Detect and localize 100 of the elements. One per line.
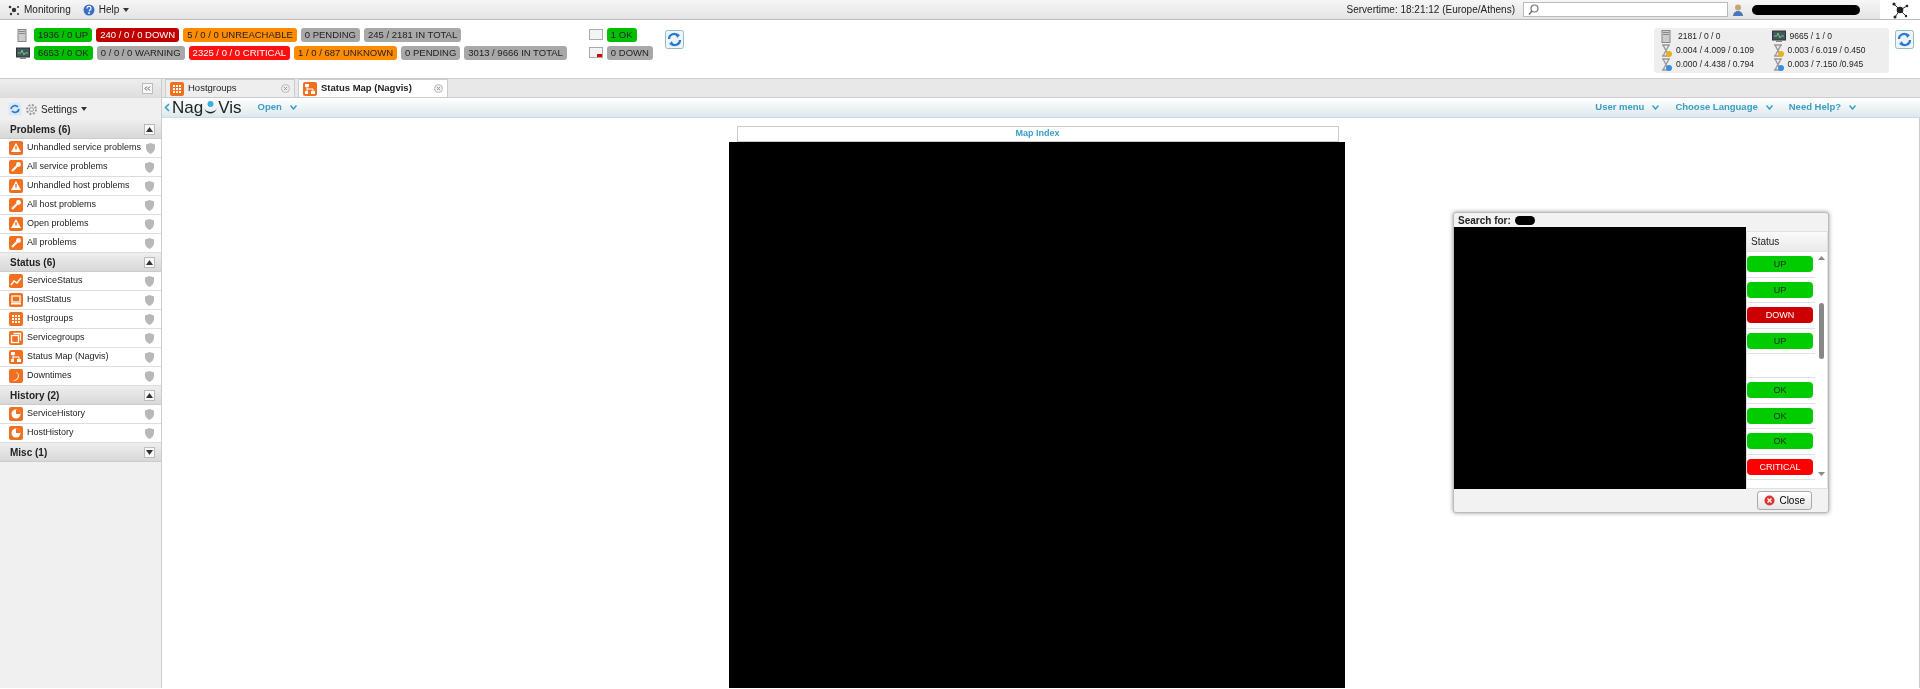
shield-icon[interactable] xyxy=(144,312,155,326)
hourglass-icon xyxy=(1771,58,1784,71)
shield-icon[interactable] xyxy=(144,407,155,421)
toggle-button[interactable] xyxy=(144,389,155,401)
status-badge[interactable]: 1 OK xyxy=(606,28,637,42)
status-badge: DOWN xyxy=(1747,307,1813,324)
help-icon xyxy=(82,3,95,16)
menu-item[interactable]: Monitoring xyxy=(4,2,75,17)
shield-icon[interactable] xyxy=(144,198,155,212)
hourglass-icon xyxy=(1660,58,1672,71)
status-badge[interactable]: 6653 / 0 OK xyxy=(34,46,93,60)
performance-value: 0.003 / 6.019 / 0.450 xyxy=(1787,44,1866,57)
toggle-button[interactable] xyxy=(144,123,155,135)
status-badge[interactable]: 0 PENDING xyxy=(401,46,461,60)
window-icon xyxy=(588,47,603,59)
panel-title: Map Index xyxy=(736,126,1339,142)
refresh-icon[interactable] xyxy=(664,30,684,49)
logo-text: Vis xyxy=(218,98,242,117)
status-badge[interactable]: 5 / 0 / 0 UNREACHABLE xyxy=(183,28,297,42)
shield-icon[interactable] xyxy=(144,331,155,345)
status-badge[interactable]: 3013 / 9666 IN TOTAL xyxy=(464,46,567,60)
sitemap-icon xyxy=(303,81,317,96)
caret-icon xyxy=(81,107,88,111)
server-time: Servertime: 18:21:12 (Europe/Athens) xyxy=(1346,3,1515,17)
status-badge[interactable]: 240 / 0 / 0 DOWN xyxy=(96,28,180,42)
menu-item[interactable]: Help xyxy=(78,2,134,17)
section-header: Misc (1) xyxy=(10,445,48,460)
dialog-title: Search for: xyxy=(1458,213,1511,228)
performance-value: 0.000 / 4.438 / 0.794 xyxy=(1676,58,1754,71)
search-icon xyxy=(1528,4,1539,15)
shield-icon[interactable] xyxy=(144,236,155,250)
expand-icon xyxy=(146,450,153,456)
shield-icon[interactable] xyxy=(144,160,155,174)
status-badge[interactable]: 0 PENDING xyxy=(300,28,360,42)
shield-icon[interactable] xyxy=(144,179,155,193)
tab[interactable]: Status Map (Nagvis) xyxy=(298,79,448,97)
logo-text: Nag xyxy=(172,98,204,117)
chevron-icon xyxy=(1765,105,1773,110)
performance-value: 2181 / 0 / 0 xyxy=(1678,30,1721,43)
chevron-icon xyxy=(1652,105,1660,110)
status-badge[interactable]: 1936 / 0 UP xyxy=(34,28,93,42)
server-icon xyxy=(16,28,30,42)
toggle-button[interactable] xyxy=(144,446,155,458)
network-logo-icon xyxy=(1891,0,1909,19)
window-icon xyxy=(588,29,603,41)
monitor-icon xyxy=(1771,30,1786,43)
refresh-icon[interactable] xyxy=(8,102,22,116)
shield-icon[interactable] xyxy=(144,350,155,364)
collapse-icon xyxy=(146,127,153,133)
network-icon xyxy=(8,3,20,16)
status-badge: OK xyxy=(1747,382,1813,399)
status-badge[interactable]: 1 / 0 / 687 UNKNOWN xyxy=(294,46,398,60)
hourglass-icon xyxy=(1771,44,1784,57)
status-badge: OK xyxy=(1747,433,1813,450)
status-badge: UP xyxy=(1747,256,1813,273)
collapse-icon xyxy=(146,260,153,266)
refresh-icon[interactable] xyxy=(1895,30,1914,49)
gear-icon xyxy=(26,103,37,115)
shield-icon[interactable] xyxy=(145,141,157,155)
performance-value: 0.003 / 7.150 /0.945 xyxy=(1787,58,1864,71)
status-badge[interactable]: 0 / 0 / 0 WARNING xyxy=(96,46,185,60)
status-badge: UP xyxy=(1747,332,1813,349)
monitor-icon xyxy=(16,46,30,60)
section-header: History (2) xyxy=(10,388,60,403)
close-icon[interactable] xyxy=(281,84,290,93)
settings-menu[interactable]: Settings xyxy=(26,101,88,117)
chevron-icon xyxy=(289,105,297,110)
close-icon xyxy=(1764,495,1776,506)
column-header: Status xyxy=(1750,235,1781,249)
scroll-down-icon[interactable] xyxy=(1817,472,1825,476)
section-header: Problems (6) xyxy=(10,122,71,137)
close-icon[interactable] xyxy=(434,84,443,93)
search-field[interactable] xyxy=(1523,2,1728,17)
user-icon[interactable] xyxy=(1732,3,1744,16)
logo-icon xyxy=(203,100,219,115)
shield-icon[interactable] xyxy=(144,293,155,307)
chevron-icon xyxy=(1849,105,1856,110)
redacted-area xyxy=(1514,215,1535,225)
section-header: Status (6) xyxy=(10,255,56,270)
status-badge[interactable]: 245 / 2181 IN TOTAL xyxy=(364,28,462,42)
shield-icon[interactable] xyxy=(144,426,155,440)
status-badge[interactable]: 2325 / 0 / 0 CRITICAL xyxy=(188,46,291,60)
close-button[interactable]: Close xyxy=(1757,491,1812,510)
performance-value: 9665 / 1 / 0 xyxy=(1789,30,1833,43)
status-badge[interactable]: 0 DOWN xyxy=(606,46,653,60)
status-badge: UP xyxy=(1747,281,1813,298)
back-icon[interactable] xyxy=(164,103,170,112)
double-chevron-icon xyxy=(144,86,151,91)
grid-icon xyxy=(170,81,184,96)
shield-icon[interactable] xyxy=(144,217,155,231)
caret-icon xyxy=(123,7,130,12)
toggle-button[interactable] xyxy=(144,256,155,268)
shield-icon[interactable] xyxy=(144,274,155,288)
collapse-button[interactable] xyxy=(142,83,153,94)
hourglass-icon xyxy=(1660,44,1672,57)
performance-value: 0.004 / 4.009 / 0.109 xyxy=(1676,44,1754,57)
shield-icon[interactable] xyxy=(144,369,155,383)
scroll-up-icon[interactable] xyxy=(1817,256,1825,260)
tab[interactable]: Hostgroups xyxy=(165,79,295,97)
status-badge: OK xyxy=(1747,407,1813,424)
